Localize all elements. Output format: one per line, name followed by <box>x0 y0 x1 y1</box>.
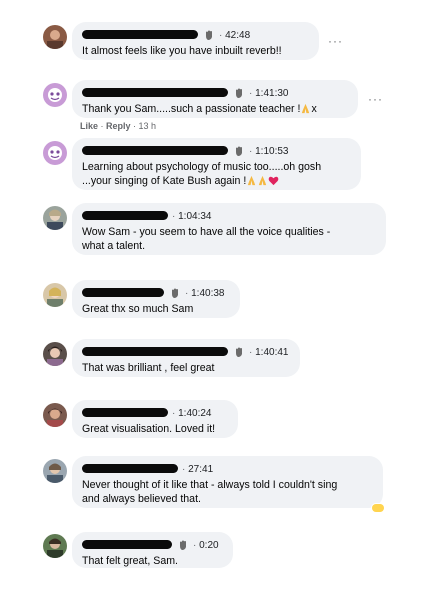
avatar[interactable] <box>43 25 67 49</box>
comment-text: That felt great, Sam. <box>82 555 178 567</box>
redacted-name <box>82 29 198 39</box>
praying-hands-icon <box>300 103 311 114</box>
waving-hand-icon <box>203 29 215 41</box>
comment-actions: Like · Reply · 13 h <box>80 121 157 131</box>
comment-timestamp[interactable]: 27:41 <box>182 464 213 475</box>
comment-text: Thank you Sam.....such a passionate teac… <box>82 102 348 116</box>
redacted-name <box>82 145 228 155</box>
more-options-icon[interactable]: ··· <box>328 34 343 48</box>
comment-text: Great thx so much Sam <box>82 303 194 315</box>
comment-timestamp[interactable]: 0:20 <box>193 540 218 551</box>
comment-timestamp[interactable]: 1:40:41 <box>249 347 288 358</box>
comment-bubble: 1:41:30 Thank you Sam.....such a passion… <box>72 80 358 118</box>
waving-hand-icon <box>169 287 181 299</box>
avatar[interactable] <box>43 206 67 230</box>
avatar[interactable] <box>43 534 67 558</box>
comment-bubble: 27:41 Never thought of it like that - al… <box>72 456 383 508</box>
waving-hand-icon <box>177 539 189 551</box>
comment-timestamp[interactable]: 1:41:30 <box>249 88 288 99</box>
comment-text-body: Thank you Sam.....such a passionate teac… <box>82 103 301 115</box>
comment-text-body: Learning about psychology of music too..… <box>82 161 322 187</box>
comment-timestamp[interactable]: 1:10:53 <box>249 146 288 157</box>
redacted-name <box>82 407 168 417</box>
comment-bubble: 1:40:24 Great visualisation. Loved it! <box>72 400 238 438</box>
comment-age[interactable]: 13 h <box>139 121 157 131</box>
comment-bubble: 42:48 It almost feels like you have inbu… <box>72 22 319 60</box>
redacted-name <box>82 87 228 97</box>
comment-text: Wow Sam - you seem to have all the voice… <box>82 226 331 252</box>
comment-timestamp[interactable]: 1:04:34 <box>172 211 211 222</box>
comment-bubble: 1:40:41 That was brilliant , feel great <box>72 339 300 377</box>
redacted-name <box>82 463 178 473</box>
like-link[interactable]: Like <box>80 121 98 131</box>
praying-hands-icon <box>246 175 257 186</box>
avatar[interactable] <box>43 283 67 307</box>
redacted-name <box>82 539 172 549</box>
redacted-name <box>82 210 168 220</box>
comment-text: It almost feels like you have inbuilt re… <box>82 45 282 57</box>
comment-timestamp[interactable]: 1:40:24 <box>172 408 211 419</box>
redacted-name <box>82 287 164 297</box>
avatar[interactable] <box>43 83 67 107</box>
avatar[interactable] <box>43 459 67 483</box>
redacted-name <box>82 346 228 356</box>
comment-text-suffix: x <box>311 103 317 115</box>
comment-text: Learning about psychology of music too..… <box>82 160 351 188</box>
comment-text: That was brilliant , feel great <box>82 362 215 374</box>
comment-timestamp[interactable]: 1:40:38 <box>185 288 224 299</box>
avatar[interactable] <box>43 342 67 366</box>
comment-bubble: 1:40:38 Great thx so much Sam <box>72 280 240 318</box>
reaction-icon[interactable] <box>372 504 384 512</box>
comment-bubble: 1:04:34 Wow Sam - you seem to have all t… <box>72 203 386 255</box>
waving-hand-icon <box>233 145 245 157</box>
comment-text: Great visualisation. Loved it! <box>82 423 216 435</box>
more-options-icon[interactable]: ··· <box>368 92 383 106</box>
reply-link[interactable]: Reply <box>106 121 131 131</box>
avatar[interactable] <box>43 403 67 427</box>
avatar[interactable] <box>43 141 67 165</box>
comment-bubble: 0:20 That felt great, Sam. <box>72 532 233 568</box>
comment-bubble: 1:10:53 Learning about psychology of mus… <box>72 138 361 190</box>
praying-hands-icon <box>257 175 268 186</box>
comment-text: Never thought of it like that - always t… <box>82 479 338 505</box>
waving-hand-icon <box>233 87 245 99</box>
comment-timestamp[interactable]: 42:48 <box>219 30 250 41</box>
red-heart-icon <box>268 175 279 186</box>
waving-hand-icon <box>233 346 245 358</box>
